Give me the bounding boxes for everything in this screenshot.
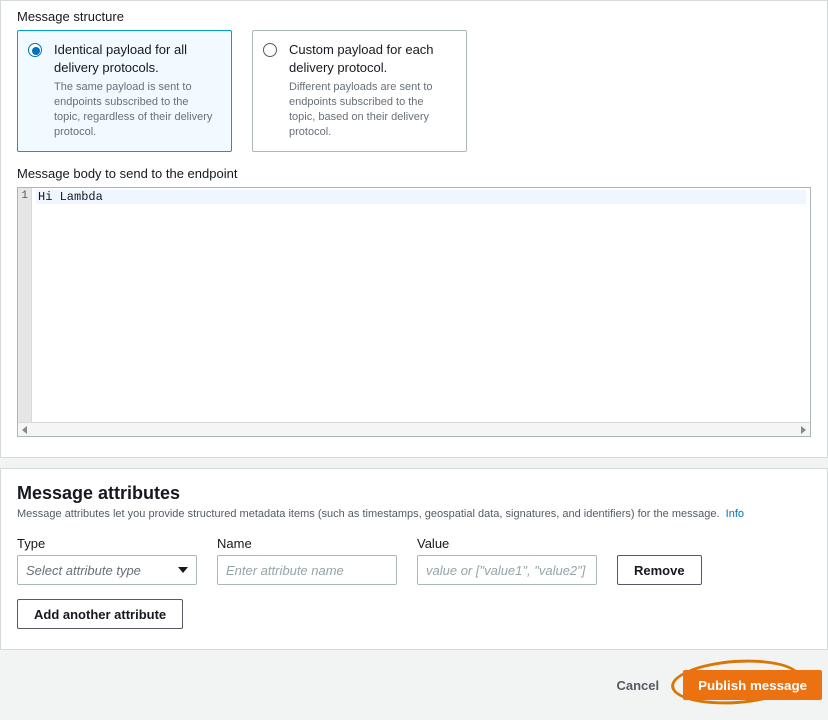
add-attribute-button[interactable]: Add another attribute — [17, 599, 183, 629]
editor-content[interactable]: Hi Lambda — [32, 188, 810, 422]
value-label: Value — [417, 536, 597, 551]
line-number: 1 — [18, 190, 31, 202]
radio-identical-desc: The same payload is sent to endpoints su… — [54, 80, 217, 139]
radio-icon — [28, 43, 42, 57]
radio-custom-desc: Different payloads are sent to endpoints… — [289, 80, 452, 139]
type-label: Type — [17, 536, 197, 551]
editor-line: Hi Lambda — [36, 190, 806, 204]
attributes-desc: Message attributes let you provide struc… — [17, 508, 811, 520]
type-select[interactable]: Select attribute type — [17, 555, 197, 585]
message-structure-panel: Message structure Identical payload for … — [0, 0, 828, 458]
radio-custom-payload[interactable]: Custom payload for each delivery protoco… — [252, 30, 467, 152]
name-input[interactable] — [217, 555, 397, 585]
value-input[interactable] — [417, 555, 597, 585]
radio-custom-title: Custom payload for each delivery protoco… — [289, 41, 452, 76]
attributes-title: Message attributes — [17, 483, 811, 504]
remove-button[interactable]: Remove — [617, 555, 702, 585]
editor-gutter: 1 — [18, 188, 32, 422]
publish-message-button[interactable]: Publish message — [683, 670, 822, 700]
info-link[interactable]: Info — [726, 508, 744, 520]
radio-icon — [263, 43, 277, 57]
radio-identical-title: Identical payload for all delivery proto… — [54, 41, 217, 76]
attribute-row: Type Select attribute type Name Value Re… — [1, 526, 827, 585]
message-structure-options: Identical payload for all delivery proto… — [17, 30, 811, 152]
horizontal-scrollbar[interactable] — [18, 422, 810, 436]
name-label: Name — [217, 536, 397, 551]
footer-actions: Cancel Publish message — [0, 660, 828, 720]
chevron-down-icon — [178, 567, 188, 573]
radio-identical-payload[interactable]: Identical payload for all delivery proto… — [17, 30, 232, 152]
type-select-placeholder: Select attribute type — [26, 563, 141, 578]
message-structure-label: Message structure — [17, 9, 811, 24]
message-attributes-panel: Message attributes Message attributes le… — [0, 468, 828, 650]
message-body-editor[interactable]: 1 Hi Lambda — [17, 187, 811, 437]
message-body-label: Message body to send to the endpoint — [17, 166, 811, 181]
cancel-button[interactable]: Cancel — [604, 672, 671, 699]
